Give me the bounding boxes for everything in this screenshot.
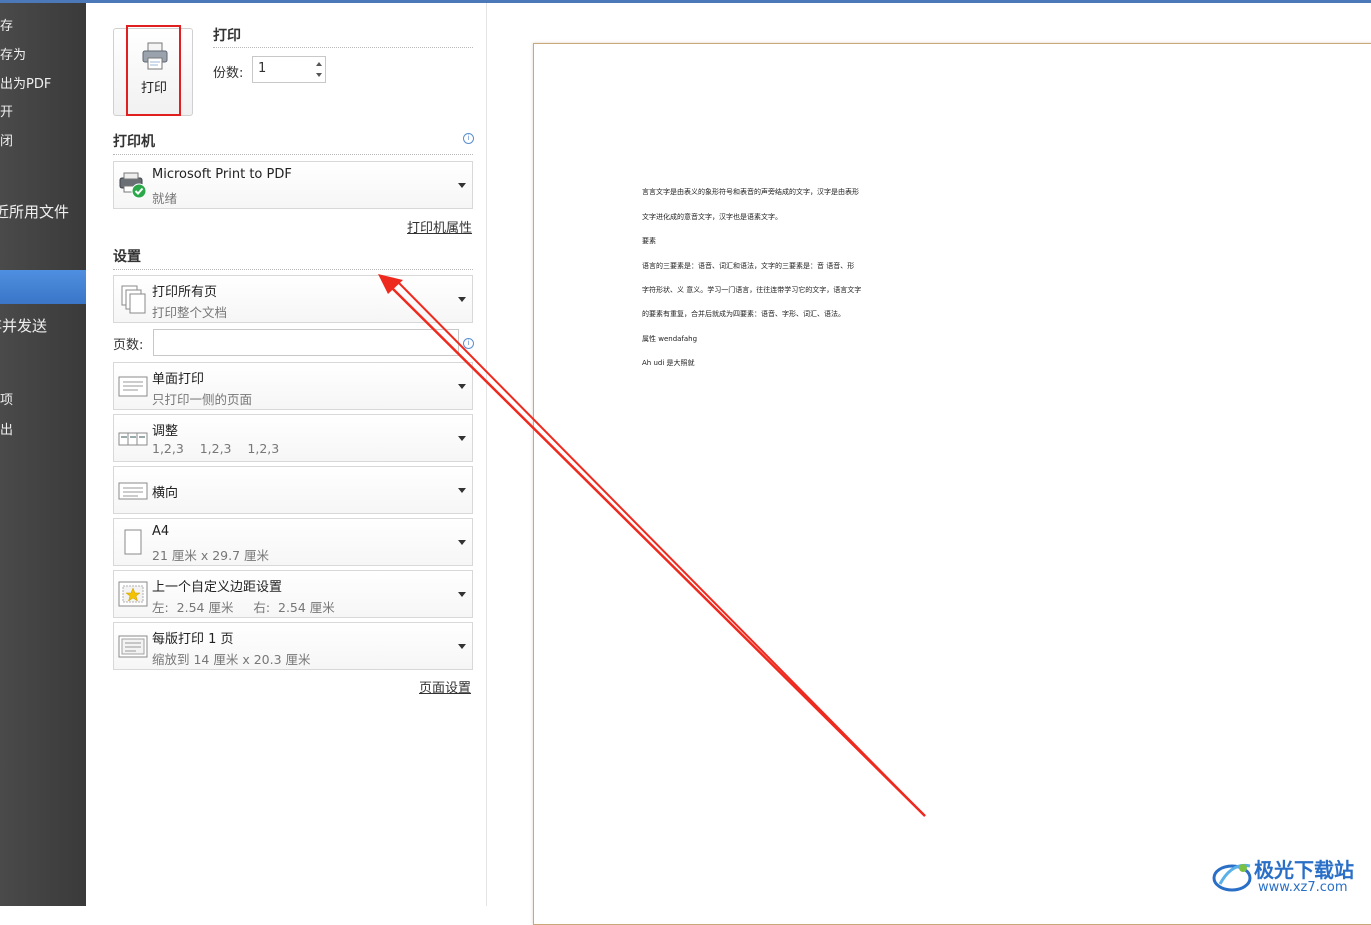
- printer-section-title: 打印机: [113, 134, 155, 150]
- divider: [213, 47, 473, 48]
- preview-text-line: 文字进化成的意音文字，汉字也是语素文字。: [642, 213, 782, 221]
- nav-item-exit[interactable]: 出: [0, 419, 13, 438]
- option-main: A4: [152, 524, 170, 539]
- divider: [113, 154, 473, 155]
- nav-item-close[interactable]: 闭: [0, 130, 13, 149]
- pages-input[interactable]: [153, 329, 459, 356]
- chevron-down-icon: [458, 488, 466, 493]
- chevron-down-icon: [458, 384, 466, 389]
- print-range-dropdown[interactable]: 打印所有页 打印整个文档: [113, 275, 473, 323]
- chevron-down-icon: [458, 297, 466, 302]
- info-icon[interactable]: i: [463, 338, 474, 349]
- option-sub: 1,2,3 1,2,3 1,2,3: [152, 441, 280, 456]
- preview-text-line: 字符形状、义 意义。学习一门语言，往往连带学习它的文字，语言文字: [642, 286, 862, 294]
- option-main: 每版打印 1 页: [152, 632, 234, 647]
- watermark-text: 极光下载站: [1254, 858, 1354, 882]
- print-section-title: 打印: [213, 28, 241, 44]
- copies-value: 1: [258, 61, 267, 76]
- nav-item-save[interactable]: 存: [0, 15, 13, 34]
- collate-dropdown[interactable]: 调整 1,2,3 1,2,3 1,2,3: [113, 414, 473, 462]
- copies-label: 份数:: [213, 66, 244, 81]
- printer-dropdown[interactable]: Microsoft Print to PDF 就绪: [113, 161, 473, 209]
- chevron-down-icon: [458, 183, 466, 188]
- paper-size-icon: [124, 529, 142, 555]
- printer-status: 就绪: [152, 191, 178, 206]
- page-setup-link[interactable]: 页面设置: [419, 677, 471, 696]
- spin-down-icon[interactable]: [316, 73, 322, 77]
- nav-item-export-pdf[interactable]: 出为PDF: [0, 73, 51, 92]
- pages-per-sheet-dropdown[interactable]: 每版打印 1 页 缩放到 14 厘米 x 20.3 厘米: [113, 622, 473, 670]
- option-sub: 21 厘米 x 29.7 厘米: [152, 548, 270, 563]
- chevron-down-icon: [458, 436, 466, 441]
- orientation-dropdown[interactable]: 横向: [113, 466, 473, 514]
- single-side-icon: [118, 376, 148, 397]
- nav-item-options[interactable]: 项: [0, 389, 13, 408]
- preview-page: [533, 43, 1371, 925]
- preview-text-line: 语言的三要素是：语音、词汇和语法，文字的三要素是：音 语音、形: [642, 262, 855, 270]
- printer-icon: [142, 42, 168, 70]
- duplex-dropdown[interactable]: 单面打印 只打印一侧的页面: [113, 362, 473, 410]
- option-main: 上一个自定义边距设置: [152, 580, 283, 595]
- option-main: 单面打印: [152, 372, 205, 387]
- backstage-nav: 存 存为 出为PDF 开 闭 近所用文件 存并发送 项 出: [0, 3, 86, 906]
- chevron-down-icon: [458, 592, 466, 597]
- landscape-icon: [118, 482, 148, 500]
- preview-text-line: 的要素有重复，合并后就成为四要素：语音、字形、词汇、语法。: [642, 310, 845, 318]
- copies-stepper[interactable]: 1: [252, 56, 326, 83]
- pages-icon: [121, 285, 146, 314]
- option-sub: 左: 2.54 厘米 右: 2.54 厘米: [152, 600, 335, 615]
- printer-properties-link[interactable]: 打印机属性: [407, 217, 472, 236]
- option-main: 调整: [152, 424, 179, 439]
- chevron-down-icon: [458, 644, 466, 649]
- print-button[interactable]: 打印: [113, 28, 193, 116]
- nav-item-save-as[interactable]: 存为: [0, 44, 26, 63]
- spin-up-icon[interactable]: [316, 62, 322, 66]
- printer-name: Microsoft Print to PDF: [152, 167, 292, 182]
- nav-item-recent[interactable]: 近所用文件: [0, 201, 69, 222]
- option-sub: 打印整个文档: [152, 305, 228, 320]
- margins-dropdown[interactable]: 上一个自定义边距设置 左: 2.54 厘米 右: 2.54 厘米: [113, 570, 473, 618]
- option-main: 横向: [152, 486, 179, 501]
- pages-per-sheet-icon: [118, 635, 148, 658]
- pages-label: 页数:: [113, 338, 144, 353]
- aurora-logo-icon: [1212, 863, 1252, 892]
- margins-icon: [118, 581, 148, 607]
- watermark-url: www.xz7.com: [1258, 880, 1348, 895]
- nav-item-print-selected[interactable]: [0, 270, 86, 304]
- collate-icon: [118, 432, 148, 446]
- nav-item-open[interactable]: 开: [0, 101, 13, 120]
- preview-text-line: 要素: [642, 237, 656, 245]
- settings-section-title: 设置: [113, 249, 141, 265]
- info-icon[interactable]: i: [463, 133, 474, 144]
- printer-ready-icon: [119, 172, 147, 199]
- option-sub: 缩放到 14 厘米 x 20.3 厘米: [152, 652, 311, 667]
- paper-size-dropdown[interactable]: A4 21 厘米 x 29.7 厘米: [113, 518, 473, 566]
- option-sub: 只打印一侧的页面: [152, 392, 253, 407]
- print-button-label: 打印: [140, 81, 167, 96]
- option-main: 打印所有页: [152, 285, 218, 300]
- site-watermark: 极光下载站 www.xz7.com: [1212, 852, 1362, 898]
- nav-item-save-send[interactable]: 存并发送: [0, 315, 47, 336]
- preview-text-line: Ah udi 是大照就: [642, 359, 695, 367]
- print-settings-panel: 打印 打印 份数: 1 打印机 i Microsoft Print to PDF…: [86, 3, 487, 906]
- preview-text-line: 言言文字是由表义的象形符号和表音的声旁结成的文字，汉字是由表形: [642, 188, 859, 196]
- chevron-down-icon: [458, 540, 466, 545]
- preview-text-line: 属性 wendafahg: [642, 335, 698, 343]
- divider: [113, 269, 473, 270]
